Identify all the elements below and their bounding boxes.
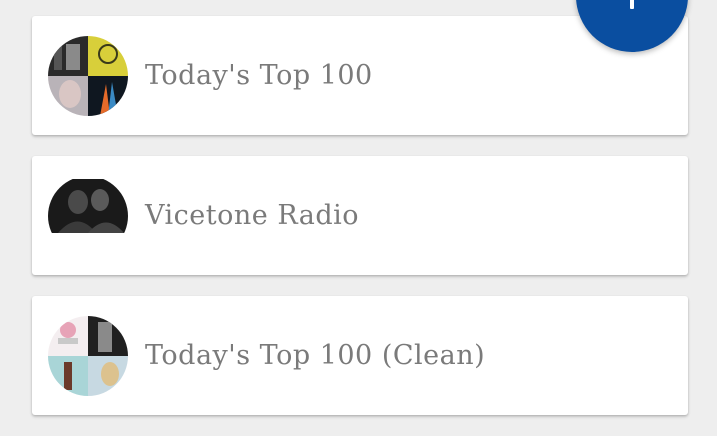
station-artwork	[48, 175, 128, 256]
station-card-todays-top-100-clean[interactable]: Today's Top 100 (Clean)	[32, 296, 688, 415]
station-list: Today's Top 100 Vicetone Radio Today's T…	[32, 16, 688, 436]
station-title: Today's Top 100	[145, 60, 373, 91]
station-artwork-collage	[48, 35, 128, 116]
station-title: Vicetone Radio	[145, 200, 360, 231]
station-artwork-collage	[48, 315, 128, 396]
station-card-todays-top-100[interactable]: Today's Top 100	[32, 16, 688, 135]
add-icon	[630, 0, 634, 9]
station-title: Today's Top 100 (Clean)	[145, 340, 486, 371]
station-card-vicetone-radio[interactable]: Vicetone Radio	[32, 156, 688, 275]
